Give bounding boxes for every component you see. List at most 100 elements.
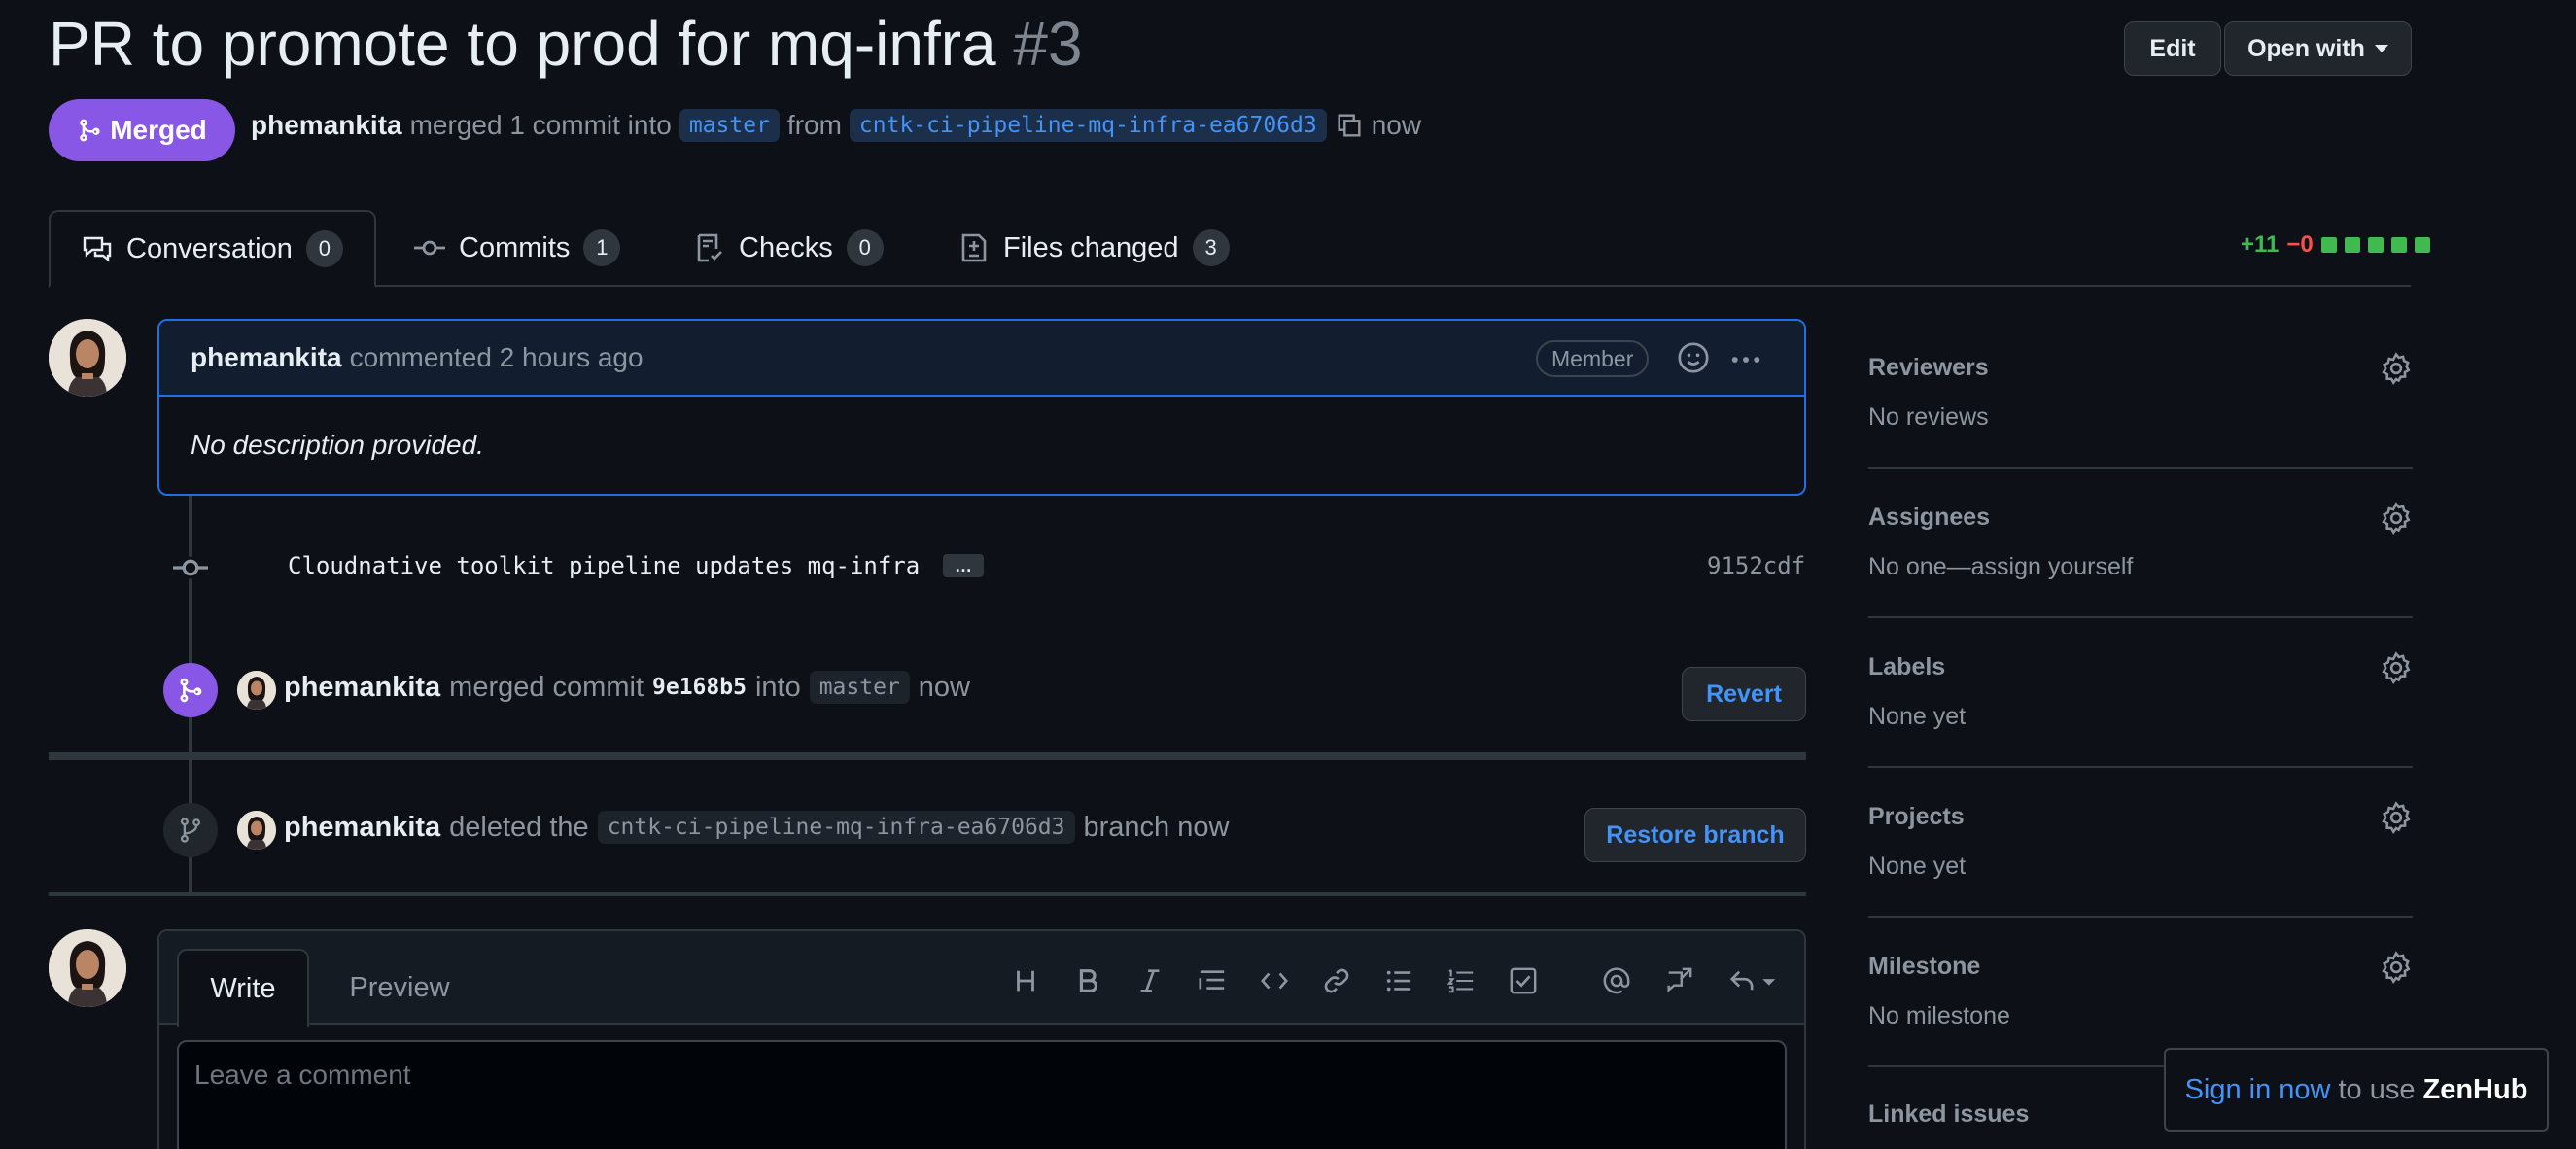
sidebar-title: Linked issues [1868, 1100, 2030, 1128]
tab-files-changed[interactable]: Files changed 3 [958, 210, 1230, 286]
person-avatar-icon [237, 811, 276, 850]
commit-sha[interactable]: 9152cdf [1707, 552, 1805, 579]
comment-composer: Write Preview Leave a comment [157, 929, 1806, 1149]
gear-icon[interactable] [2380, 352, 2413, 385]
event-text: merged commit [449, 671, 644, 703]
diff-block [2344, 237, 2360, 253]
edit-button[interactable]: Edit [2124, 21, 2221, 76]
tab-counter: 0 [846, 229, 884, 266]
gear-icon[interactable] [2380, 502, 2413, 535]
open-with-button[interactable]: Open with [2224, 21, 2412, 76]
member-badge: Member [1536, 340, 1650, 377]
gear-icon[interactable] [2380, 801, 2413, 834]
avatar[interactable] [49, 929, 126, 1007]
comment-textarea[interactable]: Leave a comment [177, 1040, 1787, 1149]
person-avatar-icon [237, 671, 276, 710]
sidebar-milestone: Milestone No milestone [1868, 918, 2413, 1067]
smiley-icon[interactable] [1676, 340, 1711, 375]
cross-reference-icon[interactable] [1662, 964, 1695, 997]
quote-icon[interactable] [1196, 964, 1229, 997]
unordered-list-icon[interactable] [1382, 964, 1415, 997]
sidebar-title: Milestone [1868, 953, 1981, 980]
avatar[interactable] [237, 811, 276, 850]
diffstat: +11 −0 [2241, 231, 2430, 259]
git-branch-icon [180, 818, 201, 843]
restore-branch-button[interactable]: Restore branch [1584, 808, 1806, 862]
event-text: deleted the [449, 811, 589, 843]
diff-block [2414, 237, 2430, 253]
copy-icon[interactable] [1335, 111, 1364, 140]
avatar[interactable] [237, 671, 276, 710]
tab-counter: 3 [1192, 229, 1230, 266]
head-branch[interactable]: cntk-ci-pipeline-mq-infra-ea6706d3 [849, 109, 1327, 142]
event-text: into [754, 671, 801, 703]
diff-block [2367, 237, 2384, 253]
sidebar-projects: Projects None yet [1868, 768, 2413, 918]
tab-write[interactable]: Write [177, 949, 309, 1027]
event-actor[interactable]: phemankita [284, 672, 440, 704]
code-icon[interactable] [1258, 964, 1291, 997]
merged-status-badge: Merged [49, 99, 235, 161]
saved-replies-icon[interactable] [1726, 964, 1781, 997]
tab-commits[interactable]: Commits 1 [414, 210, 621, 286]
event-text: branch now [1083, 811, 1230, 843]
revert-button[interactable]: Revert [1682, 667, 1806, 721]
bold-icon[interactable] [1071, 964, 1104, 997]
pr-number: #3 [1013, 9, 1083, 79]
tab-label: Commits [459, 231, 571, 263]
commit-message[interactable]: Cloudnative toolkit pipeline updates mq-… [288, 552, 920, 579]
comment-timestamp[interactable]: commented 2 hours ago [350, 342, 644, 373]
zenhub-sign-in-link[interactable]: Sign in now [2185, 1074, 2331, 1106]
comment-author[interactable]: phemankita [191, 342, 342, 373]
tab-conversation[interactable]: Conversation 0 [49, 210, 376, 288]
merged-label: Merged [110, 115, 207, 145]
italic-icon[interactable] [1133, 964, 1166, 997]
kebab-horizontal-icon[interactable] [1728, 342, 1763, 377]
sidebar-labels: Labels None yet [1868, 618, 2413, 768]
merge-commit-sha[interactable]: 9e168b5 [652, 675, 747, 700]
comment-discussion-icon [83, 236, 112, 262]
timeline-separator [49, 752, 1806, 760]
comment-placeholder: Leave a comment [194, 1060, 411, 1090]
tab-preview[interactable]: Preview [327, 949, 472, 1027]
zenhub-text: to use [2338, 1073, 2416, 1105]
link-icon[interactable] [1320, 964, 1353, 997]
sidebar-value[interactable]: No one—assign yourself [1868, 553, 2133, 581]
sidebar-title: Reviewers [1868, 354, 1989, 381]
sidebar-value: None yet [1868, 853, 1967, 880]
sidebar-title: Assignees [1868, 504, 1991, 531]
avatar[interactable] [49, 319, 126, 397]
tab-counter: 0 [305, 230, 343, 267]
sidebar-reviewers: Reviewers No reviews [1868, 319, 2413, 469]
gear-icon[interactable] [2380, 951, 2413, 984]
person-avatar-icon [49, 929, 126, 1007]
deletions-count: −0 [2286, 231, 2314, 258]
gear-icon[interactable] [2380, 651, 2413, 684]
timeline-line [189, 496, 192, 758]
write-tab-label: Write [210, 972, 276, 1004]
commit-expand-button[interactable]: … [943, 554, 984, 577]
sidebar-title: Labels [1868, 653, 1946, 680]
pr-author-link[interactable]: phemankita [251, 110, 402, 141]
base-branch[interactable]: master [679, 109, 780, 142]
event-actor[interactable]: phemankita [284, 812, 440, 844]
ordered-list-icon[interactable] [1445, 964, 1478, 997]
file-diff-icon [961, 233, 987, 262]
additions-count: +11 [2241, 231, 2280, 258]
heading-icon[interactable] [1009, 964, 1042, 997]
tab-counter: 1 [583, 229, 621, 266]
deleted-branch[interactable]: cntk-ci-pipeline-mq-infra-ea6706d3 [597, 811, 1075, 844]
event-time[interactable]: now [919, 672, 970, 704]
restore-branch-label: Restore branch [1606, 820, 1785, 849]
zenhub-brand: ZenHub [2422, 1073, 2528, 1105]
merge-event-badge [163, 663, 218, 717]
tab-checks[interactable]: Checks 0 [694, 210, 884, 286]
target-branch[interactable]: master [809, 671, 910, 704]
git-commit-icon [173, 556, 208, 579]
comment-header: phemankita commented 2 hours ago Member [159, 321, 1804, 397]
pr-title-text: PR to promote to prod for mq-infra [49, 9, 996, 79]
mention-icon[interactable] [1600, 964, 1633, 997]
person-avatar-icon [49, 319, 126, 397]
task-list-icon[interactable] [1507, 964, 1540, 997]
tab-label: Conversation [126, 232, 293, 264]
